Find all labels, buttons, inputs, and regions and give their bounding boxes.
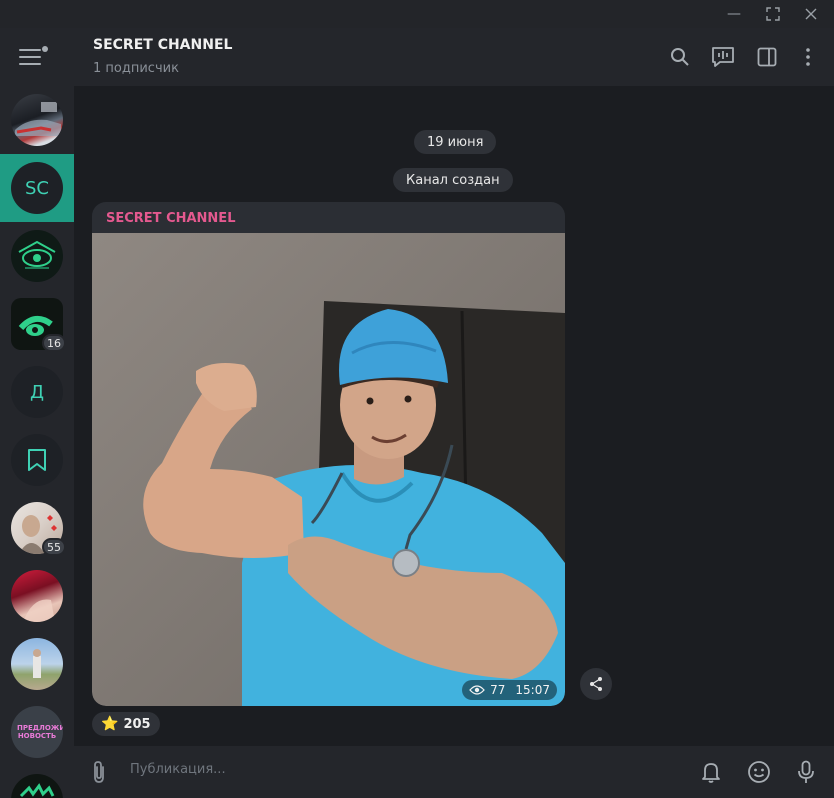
avatar: ПРЕДЛОЖИТЬ НОВОСТЬ: [11, 706, 63, 758]
smile-icon: [748, 761, 770, 783]
microphone-icon: [798, 760, 814, 783]
channel-title[interactable]: SECRET CHANNEL: [93, 37, 232, 53]
views-icon: [469, 685, 485, 695]
eye-icon: [18, 240, 56, 269]
unread-badge: 16: [42, 334, 66, 352]
sidebar-item-green-partial[interactable]: [0, 766, 74, 798]
person-avatar-icon: [33, 649, 41, 678]
post-photo[interactable]: 77 15:07: [92, 233, 565, 706]
star-icon: ⭐: [101, 716, 119, 732]
telegram-window: — SC 16 Д 55 ПРЕДЛОЖИ НОВОСТЬ SECRET CHA…: [0, 0, 834, 798]
chat-header: SECRET CHANNEL 1 подписчик: [74, 28, 834, 86]
avatar: SC: [11, 162, 63, 214]
sidebar-item-car[interactable]: [0, 86, 74, 154]
subscriber-count: 1 подписчик: [93, 61, 179, 76]
toggle-sidebar-button[interactable]: [754, 44, 780, 70]
close-icon: [805, 8, 817, 20]
share-button[interactable]: [580, 668, 612, 700]
star-reaction[interactable]: ⭐ 205: [92, 712, 160, 736]
avatar: [11, 94, 63, 146]
sidebar-item-green-eye[interactable]: [0, 222, 74, 290]
sidebar-panel-icon: [757, 47, 777, 67]
sidebar-item-person-hearts[interactable]: 55: [0, 494, 74, 562]
live-stream-button[interactable]: [710, 44, 736, 70]
reaction-count: 205: [123, 716, 151, 732]
post-time: 15:07: [515, 683, 550, 697]
sidebar-item-d[interactable]: Д: [0, 358, 74, 426]
message-history[interactable]: 19 июня Канал создан SECRET CHANNEL 77 1…: [74, 86, 834, 746]
close-button[interactable]: [800, 4, 822, 24]
avatar: Д: [11, 366, 63, 418]
maximize-icon: [766, 7, 780, 21]
service-message: Канал создан: [393, 168, 513, 192]
voice-message-button[interactable]: [792, 758, 820, 786]
message-composer: Публикация...: [74, 746, 834, 798]
views-count: 77: [490, 683, 506, 697]
channel-post[interactable]: SECRET CHANNEL 77 15:07: [92, 202, 565, 706]
search-icon: [671, 48, 689, 66]
emoji-button[interactable]: [745, 758, 773, 786]
red-avatar-icon: [23, 599, 55, 622]
sidebar-item-person-outdoor[interactable]: [0, 630, 74, 698]
more-vertical-icon: [806, 48, 810, 66]
bell-icon: [702, 763, 720, 783]
paperclip-icon: [94, 761, 104, 783]
sidebar-item-red[interactable]: [0, 562, 74, 630]
date-separator: 19 июня: [414, 130, 497, 154]
unread-badge: 55: [42, 538, 66, 556]
message-input[interactable]: Публикация...: [130, 762, 226, 777]
notifications-button[interactable]: [697, 758, 725, 786]
sidebar-item-propose-news[interactable]: ПРЕДЛОЖИТЬ НОВОСТЬ: [0, 698, 74, 766]
main-menu-button[interactable]: [19, 42, 55, 72]
hamburger-icon: [19, 49, 41, 51]
chat-list-sidebar: SC 16 Д 55 ПРЕДЛОЖИ НОВОСТЬ: [0, 28, 74, 798]
car-avatar-icon: [15, 102, 61, 136]
sidebar-item-saved-messages[interactable]: [0, 426, 74, 494]
bookmark-icon: [28, 449, 46, 471]
minimize-icon: —: [727, 6, 741, 22]
maximize-button[interactable]: [762, 4, 784, 24]
avatar: [11, 570, 63, 622]
photo-image: [92, 233, 565, 706]
share-icon: [590, 677, 602, 691]
menu-notification-dot: [42, 46, 48, 52]
sidebar-item-secret-channel[interactable]: SC: [0, 154, 74, 222]
avatar: [11, 774, 63, 798]
title-bar: —: [0, 0, 834, 28]
minimize-button[interactable]: —: [723, 4, 745, 24]
sidebar-item-green-eye-group[interactable]: 16: [0, 290, 74, 358]
attach-button[interactable]: [85, 758, 113, 786]
eye-icon: [19, 783, 55, 798]
voice-chat-icon: [712, 47, 734, 67]
post-author[interactable]: SECRET CHANNEL: [106, 211, 235, 226]
more-options-button[interactable]: [795, 44, 821, 70]
post-meta: 77 15:07: [462, 680, 557, 700]
search-button[interactable]: [667, 44, 693, 70]
avatar: [11, 434, 63, 486]
avatar: [11, 638, 63, 690]
avatar: [11, 230, 63, 282]
